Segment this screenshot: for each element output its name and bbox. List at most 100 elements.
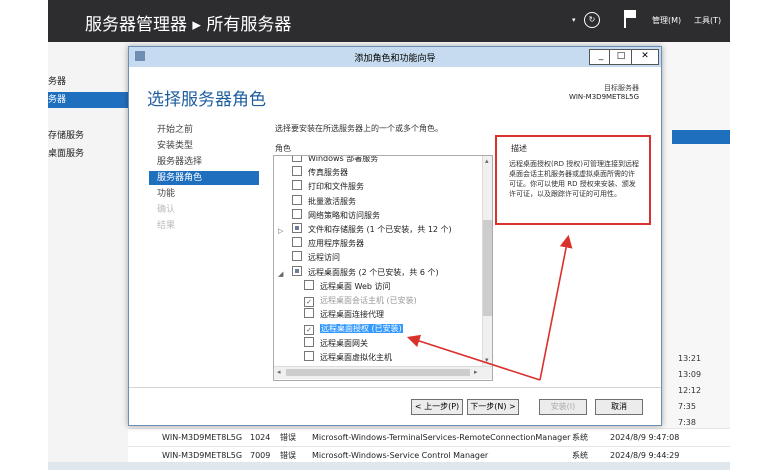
- role-item[interactable]: 传真服务器: [292, 166, 348, 180]
- roles-label: 角色: [275, 144, 291, 153]
- role-checkbox[interactable]: [292, 194, 302, 205]
- table-row[interactable]: WIN-M3D9MET8L5G 1024 错误 Microsoft-Window…: [128, 428, 730, 447]
- target-server-label: 目标服务器: [604, 84, 639, 92]
- event-source: Microsoft-Windows-TerminalServices-Remot…: [312, 433, 571, 442]
- roles-tree-list[interactable]: Windows 部署服务 传真服务器打印和文件服务 批量激活服务网络策略和访问服务 ▷…: [273, 155, 493, 381]
- role-label: 远程桌面网关: [320, 338, 368, 348]
- scrollbar-thumb[interactable]: [483, 220, 492, 316]
- role-label: 远程桌面 Web 访问: [320, 281, 391, 291]
- step-confirmation: 确认: [157, 205, 176, 215]
- instruction-text: 选择要安装在所选服务器上的一个或多个角色。: [275, 124, 443, 133]
- step-server-selection[interactable]: 服务器选择: [149, 155, 259, 169]
- scroll-up-arrow-icon[interactable]: ▴: [485, 157, 489, 165]
- add-roles-wizard-dialog: 添加角色和功能向导 _ □ ✕ 选择服务器角色 目标服务器 WIN-M3D9ME…: [128, 46, 662, 426]
- role-checkbox[interactable]: [292, 166, 302, 177]
- dropdown-arrow-icon[interactable]: ▾: [572, 16, 576, 24]
- role-item[interactable]: 远程访问: [292, 251, 340, 265]
- role-checkbox[interactable]: [292, 208, 302, 219]
- role-checkbox[interactable]: [292, 156, 302, 162]
- footer-divider: [129, 387, 661, 388]
- event-log: 系统: [572, 433, 588, 442]
- nav-item-all-servers-parent[interactable]: 务器: [48, 74, 128, 90]
- notifications-flag-icon[interactable]: [624, 10, 636, 28]
- step-before-you-begin[interactable]: 开始之前: [149, 123, 259, 137]
- event-date: 2024/8/9 9:47:08: [610, 433, 680, 442]
- next-button[interactable]: 下一步(N) >: [467, 399, 519, 415]
- role-label: 应用程序服务器: [308, 239, 364, 249]
- role-checkbox[interactable]: [292, 223, 302, 233]
- role-item[interactable]: ✓ 远程桌面会话主机 (已安装): [304, 294, 417, 308]
- page-title: 选择服务器角色: [147, 90, 266, 110]
- role-checkbox[interactable]: [292, 251, 302, 262]
- step-installation-type[interactable]: 安装类型: [149, 139, 259, 153]
- install-button: 安装(I): [539, 399, 587, 415]
- role-checkbox[interactable]: [304, 279, 314, 290]
- role-label: 传真服务器: [308, 168, 348, 178]
- scroll-right-arrow-icon[interactable]: ▸: [474, 368, 478, 376]
- event-server: WIN-M3D9MET8L5G: [162, 433, 243, 442]
- role-label: 网络策略和访问服务: [308, 210, 380, 220]
- event-id: 1024: [250, 433, 271, 442]
- expand-toggle-icon[interactable]: ▷: [278, 224, 288, 238]
- role-item[interactable]: 打印和文件服务: [292, 180, 364, 194]
- description-panel: 描述 远程桌面授权(RD 授权)可管理连接到远程桌面会话主机服务器或虚拟桌面所需…: [495, 135, 651, 225]
- description-text: 远程桌面授权(RD 授权)可管理连接到远程桌面会话主机服务器或虚拟桌面所需的许可…: [509, 160, 639, 198]
- role-item[interactable]: 远程桌面连接代理: [304, 308, 384, 322]
- role-checkbox[interactable]: ✓: [304, 325, 314, 336]
- role-item-selected[interactable]: ✓ 远程桌面授权 (已安装): [304, 322, 403, 336]
- role-label: 远程桌面会话主机 (已安装): [320, 296, 417, 305]
- role-checkbox[interactable]: [304, 350, 314, 361]
- tools-menu[interactable]: 工具(T): [694, 15, 721, 26]
- role-checkbox[interactable]: [292, 180, 302, 191]
- refresh-icon[interactable]: ↻: [584, 12, 600, 28]
- event-time: 7:35: [678, 402, 696, 411]
- role-item[interactable]: 批量激活服务: [292, 194, 356, 209]
- role-checkbox[interactable]: [304, 308, 314, 319]
- role-label: 文件和存储服务 (1 个已安装，共 12 个): [308, 225, 452, 234]
- selected-row-highlight: [672, 130, 730, 144]
- role-item[interactable]: 网络策略和访问服务: [292, 208, 380, 223]
- scroll-left-arrow-icon[interactable]: ◂: [277, 368, 281, 376]
- nav-item-all-servers[interactable]: 务器: [48, 92, 128, 108]
- step-features[interactable]: 功能: [149, 187, 259, 201]
- role-item[interactable]: ▷ 文件和存储服务 (1 个已安装，共 12 个): [278, 223, 452, 237]
- event-time: 12:12: [678, 386, 702, 395]
- step-results: 结果: [157, 221, 176, 231]
- role-label: Windows 部署服务: [308, 155, 379, 163]
- role-label: 远程桌面虚拟化主机: [320, 352, 392, 362]
- vertical-scrollbar[interactable]: ▴ ▾: [482, 156, 492, 366]
- event-time: 13:21: [678, 354, 702, 363]
- dialog-title: 添加角色和功能向导: [354, 54, 436, 64]
- nav-item-remote-desktop[interactable]: 桌面服务: [48, 146, 128, 162]
- role-label: 打印和文件服务: [308, 182, 364, 192]
- expand-toggle-icon[interactable]: ◢: [278, 267, 288, 281]
- cancel-button[interactable]: 取消: [595, 399, 643, 415]
- role-label: 远程桌面连接代理: [320, 310, 384, 320]
- event-severity: 错误: [280, 433, 296, 442]
- role-item[interactable]: ◢ 远程桌面服务 (2 个已安装，共 6 个): [278, 265, 439, 280]
- nav-item-storage[interactable]: 存储服务: [48, 128, 128, 144]
- manage-menu[interactable]: 管理(M): [652, 15, 681, 26]
- role-item[interactable]: 远程桌面网关: [304, 336, 368, 351]
- role-checkbox[interactable]: ✓: [304, 297, 314, 307]
- role-checkbox[interactable]: [292, 237, 302, 248]
- role-item[interactable]: 应用程序服务器: [292, 237, 364, 251]
- event-time: 13:09: [678, 370, 702, 379]
- maximize-button[interactable]: □: [609, 49, 633, 65]
- horizontal-scrollbar[interactable]: ◂ ▸: [274, 366, 492, 379]
- taskbar: [48, 462, 730, 470]
- scroll-down-arrow-icon[interactable]: ▾: [485, 356, 489, 364]
- role-item[interactable]: Windows 部署服务: [292, 155, 379, 166]
- role-label: 远程桌面服务 (2 个已安装，共 6 个): [308, 267, 439, 277]
- step-server-roles[interactable]: 服务器角色: [149, 171, 259, 185]
- role-label: 远程访问: [308, 253, 340, 263]
- role-label: 批量激活服务: [308, 196, 356, 206]
- role-item[interactable]: 远程桌面虚拟化主机: [304, 350, 392, 365]
- close-button[interactable]: ✕: [631, 49, 659, 65]
- role-checkbox[interactable]: [292, 265, 302, 276]
- scrollbar-thumb[interactable]: [286, 369, 470, 376]
- role-checkbox[interactable]: [304, 336, 314, 347]
- role-item[interactable]: 远程桌面 Web 访问: [304, 279, 391, 294]
- previous-button[interactable]: < 上一步(P): [411, 399, 463, 415]
- description-title: 描述: [511, 144, 527, 153]
